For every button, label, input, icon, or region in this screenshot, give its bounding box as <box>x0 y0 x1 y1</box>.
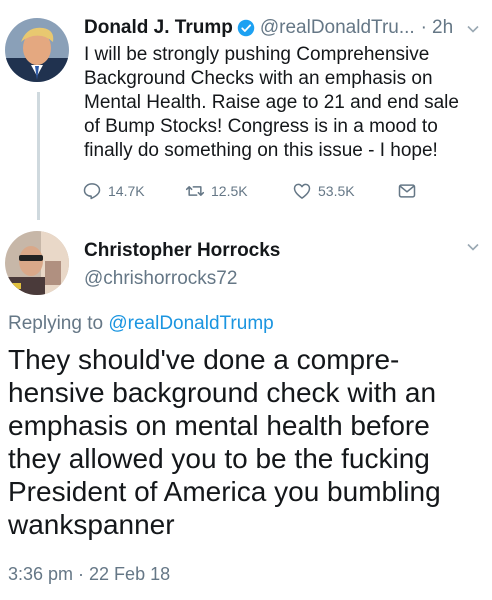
retweet-button[interactable]: 12.5K <box>185 179 248 203</box>
retweet-count: 12.5K <box>211 183 248 199</box>
tweet-text: I will be strongly pushing Comprehensive… <box>84 44 459 161</box>
author-handle[interactable]: @realDonaldTru... <box>260 17 415 39</box>
reply-text: They should've done a compre-hensive bac… <box>8 344 441 540</box>
replying-to-prefix: Replying to <box>8 313 104 334</box>
replying-to-handle-link[interactable]: @realDonaldTrump <box>108 313 273 334</box>
tweet-action-bar: 14.7K 12.5K 53.5K <box>82 179 442 203</box>
tweet-time-ago[interactable]: 2h <box>432 17 453 39</box>
thread-connector-line <box>37 92 40 220</box>
author-name[interactable]: Donald J. Trump <box>84 17 233 39</box>
chevron-down-icon[interactable] <box>466 22 480 41</box>
reply-icon <box>83 183 101 200</box>
reply-count: 14.7K <box>108 183 145 199</box>
like-icon <box>293 183 311 199</box>
header-separator: · <box>420 17 427 38</box>
like-button[interactable]: 53.5K <box>292 179 355 203</box>
reply-author-name[interactable]: Christopher Horrocks <box>84 240 280 262</box>
replying-to-line: Replying to @realDonaldTrump <box>8 313 274 335</box>
reply-button[interactable]: 14.7K <box>82 179 145 203</box>
reply-author-avatar[interactable] <box>5 231 69 295</box>
reply-chevron-down-icon[interactable] <box>466 240 480 259</box>
reply-author-handle[interactable]: @chrishorrocks72 <box>84 268 237 290</box>
like-count: 53.5K <box>318 183 355 199</box>
reply-timestamp[interactable]: 3:36 pm · 22 Feb 18 <box>8 564 170 585</box>
trump-avatar[interactable] <box>5 18 69 82</box>
direct-message-button[interactable] <box>397 179 417 203</box>
tweet-header: Donald J. Trump @realDonaldTru... · 2h <box>84 16 484 40</box>
verified-badge-icon <box>237 19 255 37</box>
retweet-icon <box>185 186 205 196</box>
message-icon <box>398 184 416 198</box>
